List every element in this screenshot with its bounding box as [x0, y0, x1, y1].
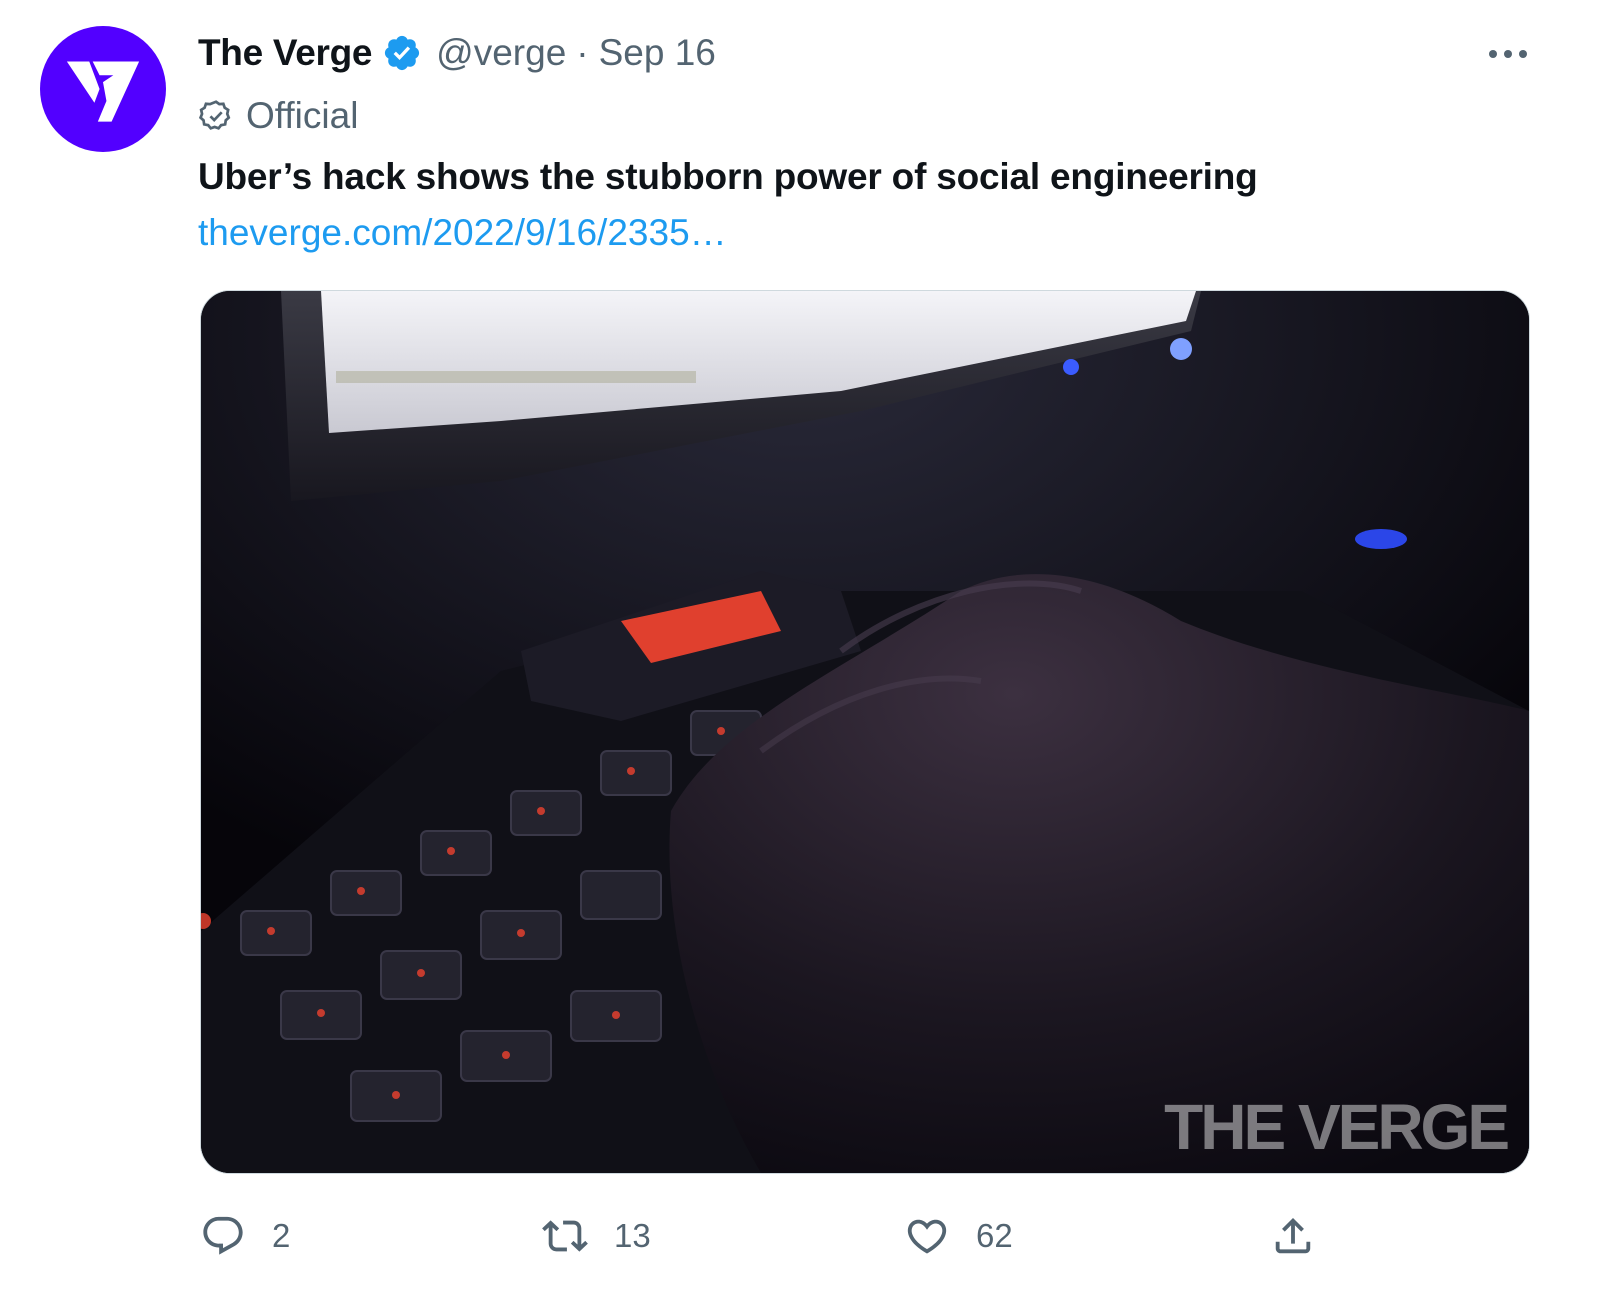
tweet-card: The Verge @verge · Sep 16 Official Uber’… — [0, 0, 1600, 1315]
keyboard-photo: THE VERGE — [201, 291, 1529, 1173]
reply-icon — [203, 1216, 243, 1255]
separator-dot: · — [576, 32, 589, 73]
retweet-icon — [542, 1220, 588, 1252]
tweet-timestamp[interactable]: Sep 16 — [599, 32, 716, 74]
share-button[interactable] — [1270, 1208, 1316, 1264]
display-name[interactable]: The Verge — [198, 32, 372, 74]
like-button[interactable]: 62 — [904, 1208, 1013, 1264]
verified-badge-icon — [385, 35, 420, 71]
verge-logo-icon — [66, 61, 140, 122]
official-label: Official — [246, 95, 359, 136]
article-link[interactable]: theverge.com/2022/9/16/2335… — [198, 212, 727, 254]
more-icon-dot — [1489, 50, 1497, 58]
more-icon-dot — [1519, 50, 1527, 58]
avatar[interactable] — [40, 26, 166, 152]
author-handle[interactable]: @verge — [436, 32, 566, 74]
more-icon-dot — [1504, 50, 1512, 58]
like-count: 62 — [976, 1217, 1013, 1254]
retweet-count: 13 — [614, 1217, 651, 1254]
reply-count: 2 — [272, 1217, 291, 1254]
retweet-button[interactable]: 13 — [542, 1208, 651, 1264]
tweet-header: The Verge @verge · Sep 16 — [198, 28, 716, 78]
tweet-text: Uber’s hack shows the stubborn power of … — [198, 156, 1258, 197]
more-options-button[interactable] — [1478, 36, 1538, 72]
reply-button[interactable]: 2 — [200, 1208, 290, 1264]
affiliation-label[interactable]: Official — [198, 94, 358, 138]
official-badge-icon — [198, 100, 231, 130]
action-bar: 2 13 62 — [0, 1208, 1600, 1264]
heart-icon — [907, 1219, 947, 1254]
watermark-text: THE VERGE — [1164, 1091, 1508, 1163]
share-icon — [1275, 1217, 1311, 1254]
tweet-image[interactable]: THE VERGE — [200, 290, 1530, 1174]
